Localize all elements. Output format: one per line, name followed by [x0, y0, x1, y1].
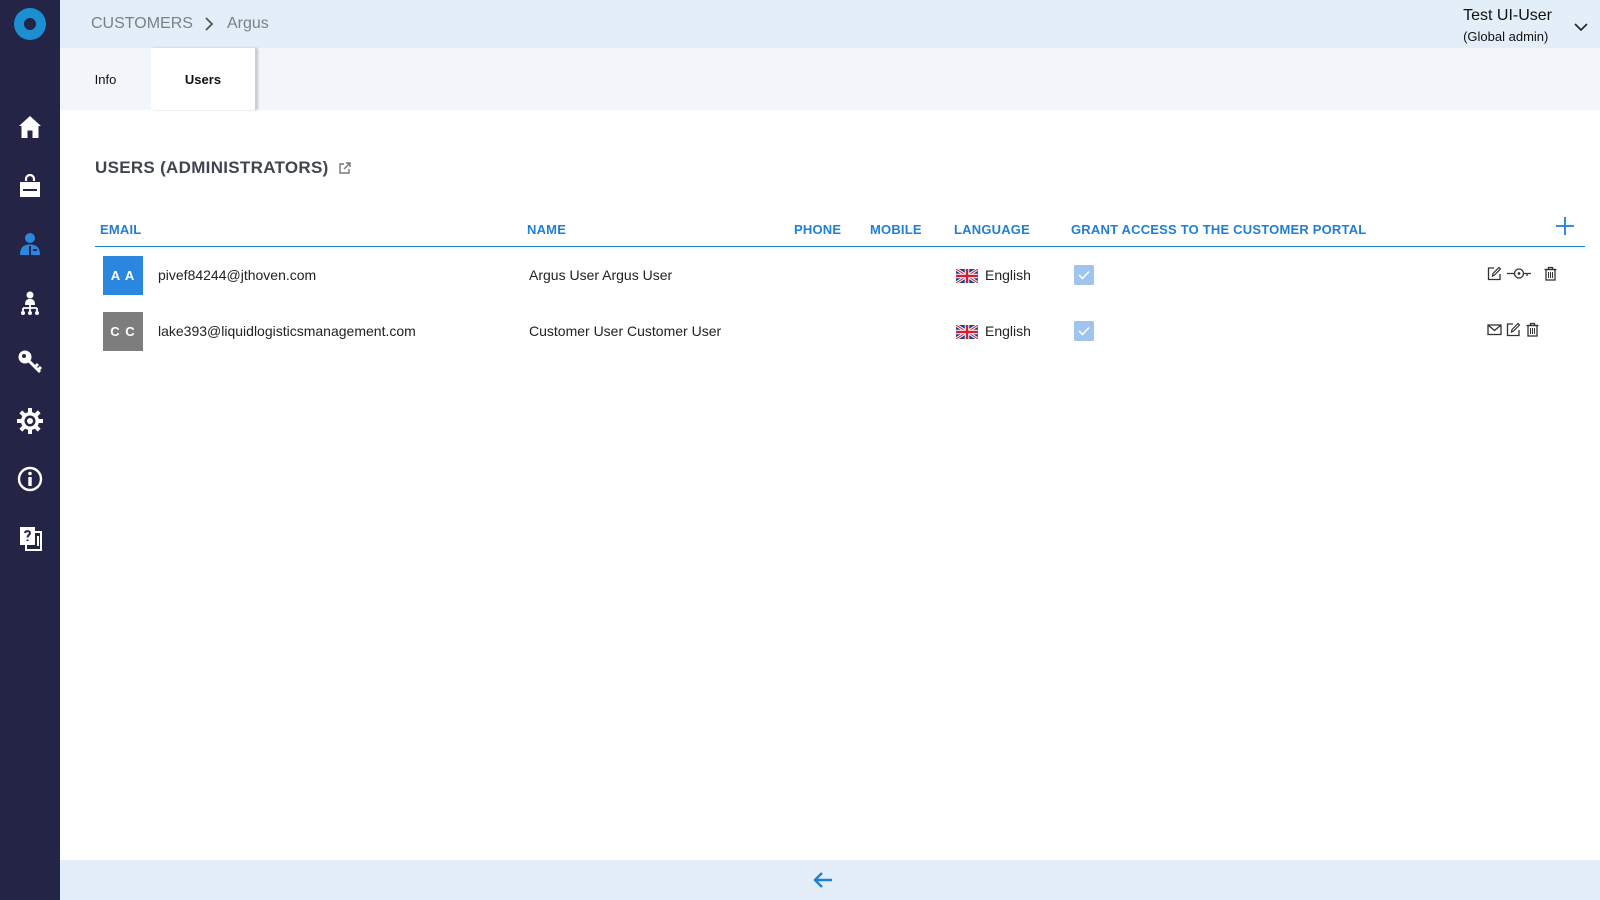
- external-link-icon[interactable]: [338, 161, 352, 175]
- send-mail-button[interactable]: [1486, 321, 1502, 337]
- delete-button[interactable]: [1542, 265, 1558, 281]
- nav-hierarchy[interactable]: [0, 281, 60, 325]
- trash-icon: [1544, 266, 1556, 281]
- delete-button[interactable]: [1524, 321, 1540, 337]
- trash-icon: [1526, 322, 1538, 337]
- edit-icon: [1487, 266, 1501, 280]
- table-header: EMAIL NAME PHONE MOBILE LANGUAGE GRANT A…: [95, 215, 1585, 247]
- column-header-language[interactable]: LANGUAGE: [954, 222, 1030, 237]
- user-full-name: Argus User Argus User: [529, 267, 673, 283]
- key-icon: [18, 350, 43, 374]
- table-row: A A pivef84244@jthoven.com Argus User Ar…: [95, 247, 1585, 303]
- nav-customers[interactable]: [0, 222, 60, 266]
- user-menu[interactable]: Test UI-User (Global admin): [1463, 6, 1588, 46]
- key-button[interactable]: [1506, 265, 1532, 281]
- user-full-name: Customer User Customer User: [529, 323, 722, 339]
- section-title: USERS (ADMINISTRATORS): [95, 158, 352, 178]
- column-header-name[interactable]: NAME: [527, 222, 566, 237]
- column-header-email[interactable]: EMAIL: [100, 222, 141, 237]
- user-name: Test UI-User: [1463, 7, 1552, 24]
- user-email: lake393@liquidlogisticsmanagement.com: [158, 323, 416, 339]
- nav-home[interactable]: [0, 105, 60, 149]
- shopping-bag-icon: [20, 173, 40, 197]
- footer-bar: [60, 860, 1600, 900]
- breadcrumb: CUSTOMERS Argus: [91, 15, 269, 33]
- nav-documents[interactable]: [0, 516, 60, 560]
- table-row: C C lake393@liquidlogisticsmanagement.co…: [95, 303, 1585, 359]
- chevron-right-icon: [204, 16, 216, 32]
- mail-icon: [1486, 323, 1502, 335]
- edit-icon: [1506, 322, 1520, 336]
- edit-button[interactable]: [1505, 321, 1521, 337]
- hierarchy-icon: [21, 291, 39, 315]
- portal-access-checkbox[interactable]: [1074, 265, 1094, 285]
- nav-settings[interactable]: [0, 399, 60, 443]
- nav-orders[interactable]: [0, 164, 60, 208]
- user-language: English: [985, 323, 1031, 339]
- uk-flag-icon: [956, 325, 978, 339]
- column-header-portal-access[interactable]: GRANT ACCESS TO THE CUSTOMER PORTAL: [1071, 222, 1366, 237]
- breadcrumb-customers-link[interactable]: CUSTOMERS: [91, 15, 193, 33]
- tab-users[interactable]: Users: [151, 48, 256, 110]
- breadcrumb-current: Argus: [226, 15, 269, 32]
- add-user-button[interactable]: [1554, 215, 1576, 237]
- portal-access-checkbox[interactable]: [1074, 321, 1094, 341]
- user-language: English: [985, 267, 1031, 283]
- tab-info[interactable]: Info: [60, 48, 151, 110]
- settings-icon: [17, 408, 43, 434]
- home-icon: [19, 116, 41, 138]
- top-header: CUSTOMERS Argus Test UI-User (Global adm…: [60, 0, 1600, 48]
- nav-info[interactable]: [0, 457, 60, 501]
- tab-bar: Info Users: [60, 48, 1600, 110]
- customers-icon: [20, 233, 40, 255]
- documents-icon: [20, 527, 42, 551]
- sidebar: [0, 0, 60, 900]
- back-arrow-icon[interactable]: [812, 869, 834, 891]
- app-logo[interactable]: [14, 8, 46, 40]
- avatar: A A: [103, 256, 143, 295]
- column-header-mobile[interactable]: MOBILE: [870, 222, 922, 237]
- user-email: pivef84244@jthoven.com: [158, 267, 317, 283]
- chevron-down-icon[interactable]: [1574, 20, 1588, 34]
- column-header-phone[interactable]: PHONE: [794, 222, 841, 237]
- nav-keys[interactable]: [0, 340, 60, 384]
- edit-button[interactable]: [1486, 265, 1502, 281]
- user-role: (Global admin): [1463, 29, 1549, 44]
- avatar: C C: [103, 312, 143, 351]
- info-icon: [17, 466, 43, 492]
- uk-flag-icon: [956, 269, 978, 283]
- key-icon: [1507, 267, 1531, 279]
- section-title-text: USERS (ADMINISTRATORS): [95, 158, 329, 177]
